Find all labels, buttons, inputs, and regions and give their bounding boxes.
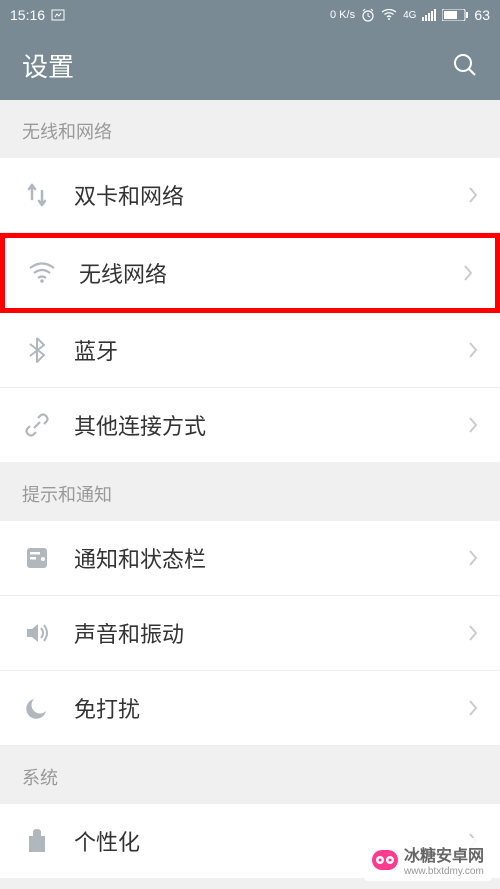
signal-icon: [422, 9, 436, 21]
chevron-right-icon: [468, 624, 478, 642]
settings-item-dnd[interactable]: 免打扰: [0, 671, 500, 746]
chevron-right-icon: [463, 264, 473, 282]
link-icon: [22, 410, 52, 440]
app-header: 设置: [0, 30, 500, 100]
watermark-logo-icon: [372, 850, 398, 870]
settings-item-sound[interactable]: 声音和振动: [0, 596, 500, 671]
section-header-system: 系统: [0, 746, 500, 804]
settings-item-dual-sim[interactable]: 双卡和网络: [0, 158, 500, 233]
chevron-right-icon: [468, 699, 478, 717]
dual-arrows-icon: [22, 180, 52, 210]
page-title: 设置: [22, 47, 452, 84]
network-type: 4G: [403, 10, 416, 21]
alarm-icon: [361, 8, 375, 22]
item-label: 双卡和网络: [74, 179, 468, 211]
chevron-right-icon: [468, 186, 478, 204]
item-label: 通知和状态栏: [74, 542, 468, 574]
notification-icon: [22, 543, 52, 573]
wifi-status-icon: [381, 9, 397, 21]
bluetooth-icon: [22, 335, 52, 365]
dnd-icon: [22, 693, 52, 723]
watermark: 冰糖安卓网 www.btxtdmy.com: [364, 838, 492, 881]
watermark-text: 冰糖安卓网: [404, 842, 484, 866]
status-bar: 15:16 0 K/s 4G 63: [0, 0, 500, 30]
settings-item-wifi[interactable]: 无线网络: [0, 233, 500, 313]
settings-item-bluetooth[interactable]: 蓝牙: [0, 313, 500, 388]
watermark-url: www.btxtdmy.com: [404, 866, 484, 877]
settings-item-notification-bar[interactable]: 通知和状态栏: [0, 521, 500, 596]
settings-item-other-connections[interactable]: 其他连接方式: [0, 388, 500, 463]
battery-level: 63: [474, 7, 490, 23]
screenshot-icon: [51, 9, 65, 21]
item-label: 免打扰: [74, 692, 468, 724]
item-label: 无线网络: [79, 257, 463, 289]
item-label: 声音和振动: [74, 617, 468, 649]
section-header-notifications: 提示和通知: [0, 463, 500, 521]
battery-icon: [442, 9, 468, 21]
item-label: 其他连接方式: [74, 409, 468, 441]
theme-icon: [22, 826, 52, 856]
chevron-right-icon: [468, 549, 478, 567]
chevron-right-icon: [468, 416, 478, 434]
search-icon[interactable]: [452, 52, 478, 78]
section-header-wireless: 无线和网络: [0, 100, 500, 158]
wifi-icon: [27, 258, 57, 288]
chevron-right-icon: [468, 341, 478, 359]
status-time: 15:16: [10, 7, 45, 23]
sound-icon: [22, 618, 52, 648]
item-label: 蓝牙: [74, 334, 468, 366]
network-speed: 0 K/s: [330, 9, 355, 21]
